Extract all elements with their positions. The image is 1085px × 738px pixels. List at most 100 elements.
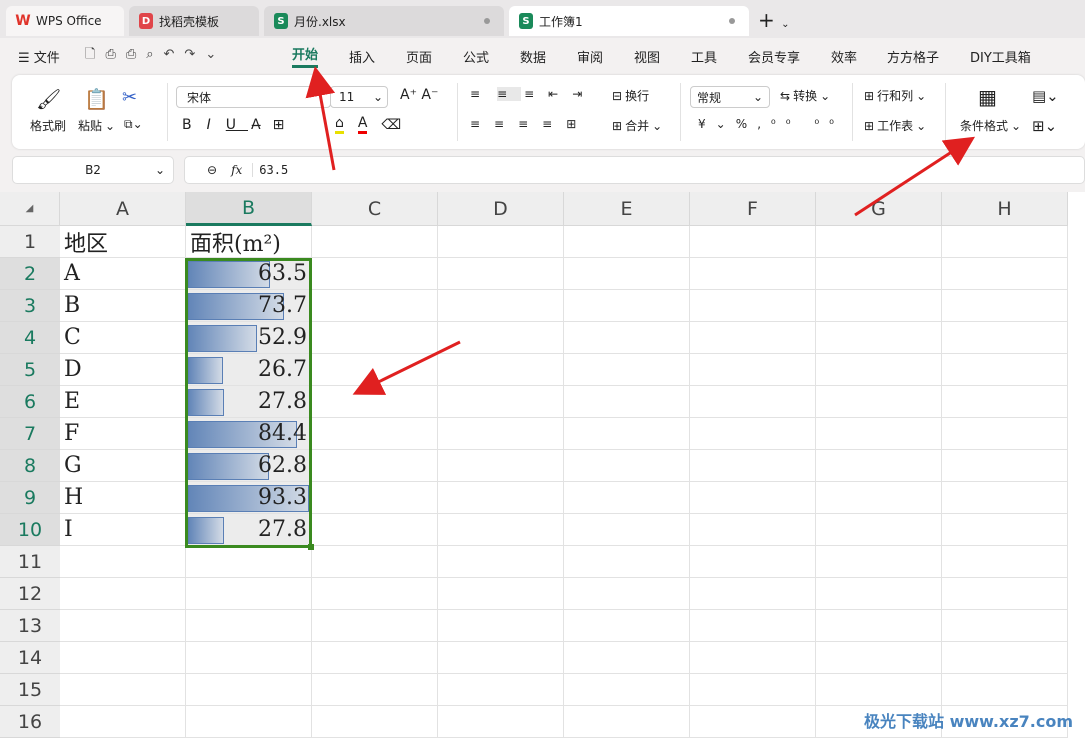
cell[interactable]	[564, 258, 690, 290]
cell[interactable]	[564, 386, 690, 418]
column-header-a[interactable]: A	[60, 192, 186, 226]
cell[interactable]	[60, 706, 186, 738]
cell[interactable]	[438, 418, 564, 450]
cell[interactable]	[942, 290, 1068, 322]
format-painter-icon[interactable]: 🖌	[36, 87, 61, 111]
area-cell[interactable]: 52.9	[186, 322, 312, 354]
cell[interactable]	[942, 354, 1068, 386]
column-header-e[interactable]: E	[564, 192, 690, 226]
region-cell[interactable]: F	[60, 418, 186, 450]
quick-access-icons[interactable]: 🗋⎙⎙⌕↶↷⌄	[85, 45, 226, 67]
cell[interactable]	[312, 418, 438, 450]
row-header-14[interactable]: 14	[0, 642, 60, 674]
cell[interactable]	[942, 386, 1068, 418]
column-header-g[interactable]: G	[816, 192, 942, 226]
cell[interactable]	[438, 290, 564, 322]
cell[interactable]	[564, 418, 690, 450]
cell[interactable]	[60, 546, 186, 578]
cell[interactable]	[438, 258, 564, 290]
row-header-6[interactable]: 6	[0, 386, 60, 418]
region-cell[interactable]: B	[60, 290, 186, 322]
cell[interactable]	[690, 290, 816, 322]
cell[interactable]	[816, 226, 942, 258]
fx-icon[interactable]: fx	[231, 163, 242, 177]
conditional-format-icon[interactable]: ▦	[978, 85, 997, 109]
area-cell[interactable]: 27.8	[186, 386, 312, 418]
cell[interactable]	[816, 386, 942, 418]
area-cell[interactable]: 84.4	[186, 418, 312, 450]
cell[interactable]	[438, 514, 564, 546]
cell[interactable]	[564, 642, 690, 674]
new-tab-icon[interactable]: + ⌄	[758, 8, 790, 32]
menu-item-data[interactable]: 数据	[520, 47, 546, 66]
cell[interactable]	[564, 354, 690, 386]
cell[interactable]	[312, 482, 438, 514]
area-cell[interactable]: 73.7	[186, 290, 312, 322]
formula-input[interactable]: 63.5	[252, 163, 288, 177]
header-cell-region[interactable]: 地区	[60, 226, 186, 258]
menu-item-page[interactable]: 页面	[406, 47, 432, 66]
worksheet-button[interactable]: ⊞ 工作表 ⌄	[864, 117, 926, 134]
row-header-16[interactable]: 16	[0, 706, 60, 738]
cell[interactable]	[438, 642, 564, 674]
cut-icon[interactable]: ✂	[122, 87, 137, 108]
cell[interactable]	[438, 226, 564, 258]
align-buttons[interactable]: ≡ ≡ ≡⇤⇥	[470, 87, 596, 101]
cell[interactable]	[312, 642, 438, 674]
cell[interactable]	[312, 706, 438, 738]
cell[interactable]	[186, 546, 312, 578]
fill-handle[interactable]	[308, 544, 314, 550]
column-header-h[interactable]: H	[942, 192, 1068, 226]
paste-button[interactable]: 粘贴 ⌄	[78, 117, 115, 134]
cell[interactable]	[312, 322, 438, 354]
cell[interactable]	[564, 290, 690, 322]
cell[interactable]	[438, 578, 564, 610]
cell[interactable]	[942, 610, 1068, 642]
cell[interactable]	[438, 354, 564, 386]
cell[interactable]	[816, 322, 942, 354]
cell[interactable]	[438, 450, 564, 482]
area-cell[interactable]: 26.7	[186, 354, 312, 386]
region-cell[interactable]: D	[60, 354, 186, 386]
cell[interactable]	[816, 418, 942, 450]
tab-month-xlsx[interactable]: S 月份.xlsx	[264, 6, 504, 36]
cell[interactable]	[312, 674, 438, 706]
cell[interactable]	[816, 674, 942, 706]
cell[interactable]	[942, 578, 1068, 610]
formula-bar[interactable]: ⊖ fx 63.5	[184, 156, 1085, 184]
cell[interactable]	[312, 610, 438, 642]
menu-item-efficiency[interactable]: 效率	[831, 47, 857, 66]
cell[interactable]	[564, 578, 690, 610]
cell[interactable]	[564, 450, 690, 482]
cell[interactable]	[690, 578, 816, 610]
row-header-8[interactable]: 8	[0, 450, 60, 482]
cell[interactable]	[690, 226, 816, 258]
cell[interactable]	[186, 642, 312, 674]
number-buttons[interactable]: ¥⌄%‚⁰⁰ ⁰⁰	[698, 117, 844, 131]
region-cell[interactable]: H	[60, 482, 186, 514]
tab-workbook1[interactable]: S 工作簿1	[509, 6, 749, 36]
cell[interactable]	[816, 642, 942, 674]
cell[interactable]	[690, 258, 816, 290]
cell[interactable]	[816, 514, 942, 546]
tab-dot[interactable]	[729, 18, 735, 24]
cell[interactable]	[438, 706, 564, 738]
cell[interactable]	[942, 642, 1068, 674]
cell[interactable]	[312, 226, 438, 258]
cell[interactable]	[60, 610, 186, 642]
color-buttons[interactable]: ⌂ A ⌫	[335, 115, 401, 134]
cell[interactable]	[564, 706, 690, 738]
format-painter-button[interactable]: 格式刷	[30, 117, 66, 134]
menu-item-diy[interactable]: DIY工具箱	[970, 47, 1031, 66]
cell[interactable]	[438, 386, 564, 418]
cell[interactable]	[690, 706, 816, 738]
file-menu[interactable]: ☰ 文件	[18, 47, 60, 66]
column-header-c[interactable]: C	[312, 192, 438, 226]
cell[interactable]	[816, 450, 942, 482]
cell[interactable]	[312, 290, 438, 322]
row-header-7[interactable]: 7	[0, 418, 60, 450]
cell[interactable]	[942, 546, 1068, 578]
region-cell[interactable]: I	[60, 514, 186, 546]
cell[interactable]	[312, 514, 438, 546]
area-cell[interactable]: 93.3	[186, 482, 312, 514]
